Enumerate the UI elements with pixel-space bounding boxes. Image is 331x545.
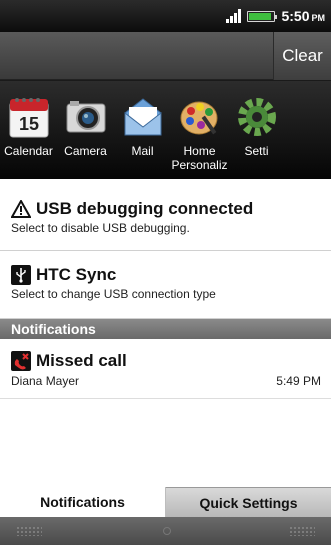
bottom-tabs: Notifications Quick Settings [0, 487, 331, 517]
app-label: Calendar [4, 144, 53, 158]
htc-sync-notification[interactable]: HTC Sync Select to change USB connection… [0, 252, 331, 319]
missed-call-icon [11, 351, 31, 371]
recent-apps-strip: 15 Calendar Camera Mail Home Personaliz … [0, 81, 331, 179]
handle-dot [163, 527, 171, 535]
warning-icon [11, 200, 31, 218]
app-label: Setti [244, 144, 269, 158]
notification-title: Missed call [36, 351, 127, 370]
app-label: Home Personaliz [171, 144, 227, 172]
app-camera[interactable]: Camera [57, 81, 114, 179]
app-label: Camera [64, 144, 107, 158]
app-label-line1: Home [183, 144, 216, 158]
notification-title: USB debugging connected [36, 199, 254, 218]
status-bar: 5:50 PM [0, 0, 331, 32]
calendar-date: 15 [18, 114, 38, 134]
call-time: 5:49 PM [276, 374, 321, 388]
notification-subtitle: Select to change USB connection type [11, 287, 216, 301]
app-settings[interactable]: Setti [228, 81, 285, 179]
clear-button[interactable]: Clear [273, 32, 331, 80]
palette-icon [178, 95, 222, 139]
calendar-icon: 15 [7, 95, 51, 139]
signal-icon [226, 9, 242, 23]
drag-handle[interactable] [0, 517, 331, 545]
usb-icon [11, 265, 31, 285]
missed-call-notification[interactable]: Missed call Diana Mayer 5:49 PM [0, 339, 331, 399]
caller-name: Diana Mayer [11, 374, 80, 388]
clock-ampm: PM [311, 13, 326, 23]
camera-icon [64, 95, 108, 139]
status-clock: 5:50 PM [281, 8, 325, 24]
app-label: Mail [131, 144, 154, 158]
app-home-personalize[interactable]: Home Personaliz [171, 81, 228, 179]
settings-icon [235, 95, 279, 139]
notifications-section-header: Notifications [0, 319, 331, 339]
app-calendar[interactable]: 15 Calendar [0, 81, 57, 179]
notification-subtitle: Select to disable USB debugging. [11, 221, 190, 235]
grip-left [16, 526, 42, 536]
notification-header: Clear [0, 32, 331, 80]
tab-quick-settings[interactable]: Quick Settings [166, 487, 331, 517]
app-label-line2: Personaliz [171, 158, 228, 172]
battery-icon [247, 10, 278, 22]
usb-debugging-notification[interactable]: USB debugging connected Select to disabl… [0, 179, 331, 251]
notification-panel: USB debugging connected Select to disabl… [0, 179, 331, 487]
notification-title: HTC Sync [36, 265, 117, 284]
app-mail[interactable]: Mail [114, 81, 171, 179]
grip-right [289, 526, 315, 536]
clock-time: 5:50 [281, 8, 310, 24]
mail-icon [121, 95, 165, 139]
tab-notifications[interactable]: Notifications [0, 487, 166, 517]
